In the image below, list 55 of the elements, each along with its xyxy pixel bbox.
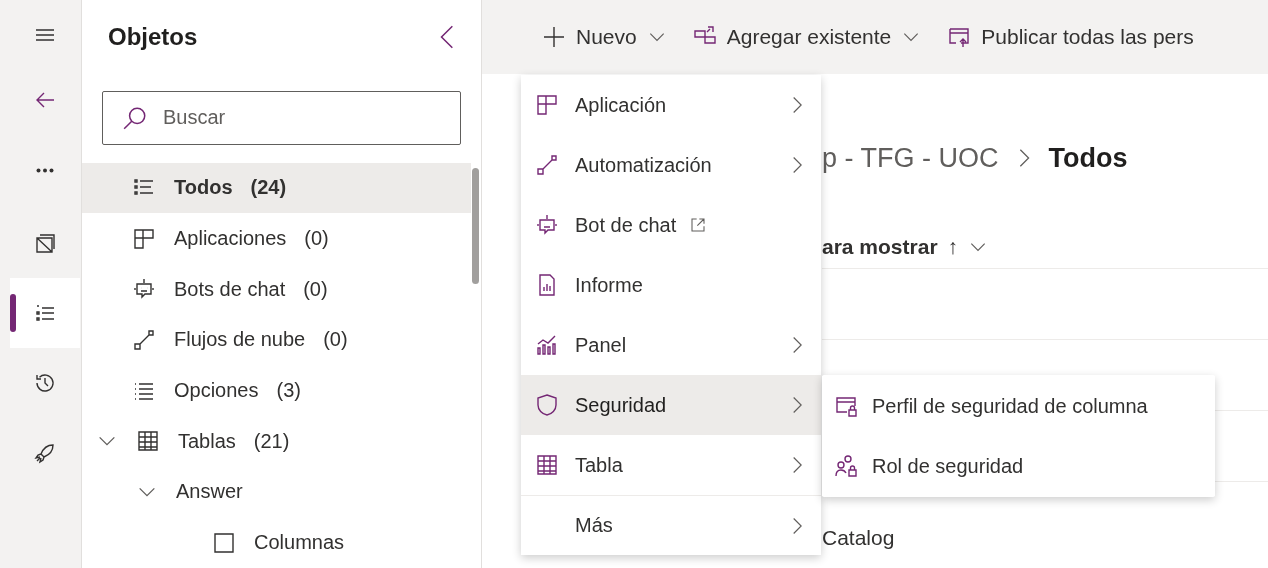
item-count: (3) (276, 379, 301, 403)
people-lock-icon (834, 454, 858, 478)
tree-item[interactable]: Todos (24) (82, 162, 471, 214)
more-icon (36, 167, 54, 173)
search-field[interactable]: Buscar (102, 90, 461, 145)
toolbar-button[interactable]: Nuevo (536, 21, 673, 53)
publish-icon (947, 25, 972, 49)
tree-item[interactable]: Answer (82, 466, 471, 518)
item-count: (24) (250, 176, 287, 200)
flow-icon (535, 153, 559, 177)
box-icon (33, 231, 57, 255)
menu-item[interactable]: Bot de chat (521, 195, 821, 255)
panel-title: Objetos (108, 23, 198, 52)
grid-icon (132, 226, 156, 251)
item-count: (21) (253, 429, 290, 453)
item-count: (0) (304, 227, 329, 251)
breadcrumb-item[interactable]: p - TFG - UOC (822, 142, 999, 174)
rail-button[interactable] (10, 278, 80, 348)
columns-icon (212, 530, 236, 555)
tree-item[interactable]: Flujos de nube (0) (82, 314, 471, 366)
rocket-icon (33, 441, 57, 465)
item-count: (0) (323, 328, 348, 352)
plus-icon (542, 25, 566, 49)
table-icon (535, 453, 559, 477)
tree-item[interactable]: Bots de chat (0) (82, 263, 471, 315)
breadcrumb-item: Todos (1048, 142, 1128, 174)
scrollbar[interactable] (472, 168, 479, 284)
menu-item[interactable]: Seguridad (521, 375, 821, 435)
menu-item[interactable]: Perfil de seguridad de columna (822, 376, 1215, 436)
menu-item[interactable]: Aplicación (521, 75, 821, 135)
menu-item[interactable]: Panel (521, 315, 821, 375)
table-icon (136, 429, 160, 454)
menu-item[interactable]: Automatización (521, 135, 821, 195)
item-count: (0) (303, 277, 328, 301)
flow-icon (132, 327, 156, 352)
tree-item[interactable]: Aplicaciones (0) (82, 213, 471, 264)
table-cell: Catalog (822, 526, 895, 550)
column-header[interactable]: ara mostrar (822, 235, 938, 259)
sort-arrow: ↑ (947, 235, 959, 259)
toolbar-button[interactable]: Publicar todas las pers (941, 21, 1200, 53)
grid-icon (535, 93, 559, 117)
toolbar-button[interactable]: Agregar existente (686, 21, 928, 53)
tree-item[interactable]: Opciones (3) (82, 365, 471, 416)
window-lock-icon (834, 394, 858, 418)
history-icon (33, 371, 57, 395)
tree-item[interactable]: Columnas (82, 517, 471, 568)
external-link-icon (690, 217, 707, 233)
menu-item[interactable]: Tabla (521, 435, 821, 495)
tree-item[interactable]: Tablas (21) (82, 415, 471, 467)
menu-item[interactable]: Informe (521, 255, 821, 315)
shield-icon (535, 393, 559, 417)
dashboard-icon (535, 333, 559, 357)
menu-item[interactable]: Rol de seguridad (822, 436, 1215, 496)
bot-icon (535, 213, 559, 237)
menu-item[interactable]: Más (521, 495, 821, 555)
